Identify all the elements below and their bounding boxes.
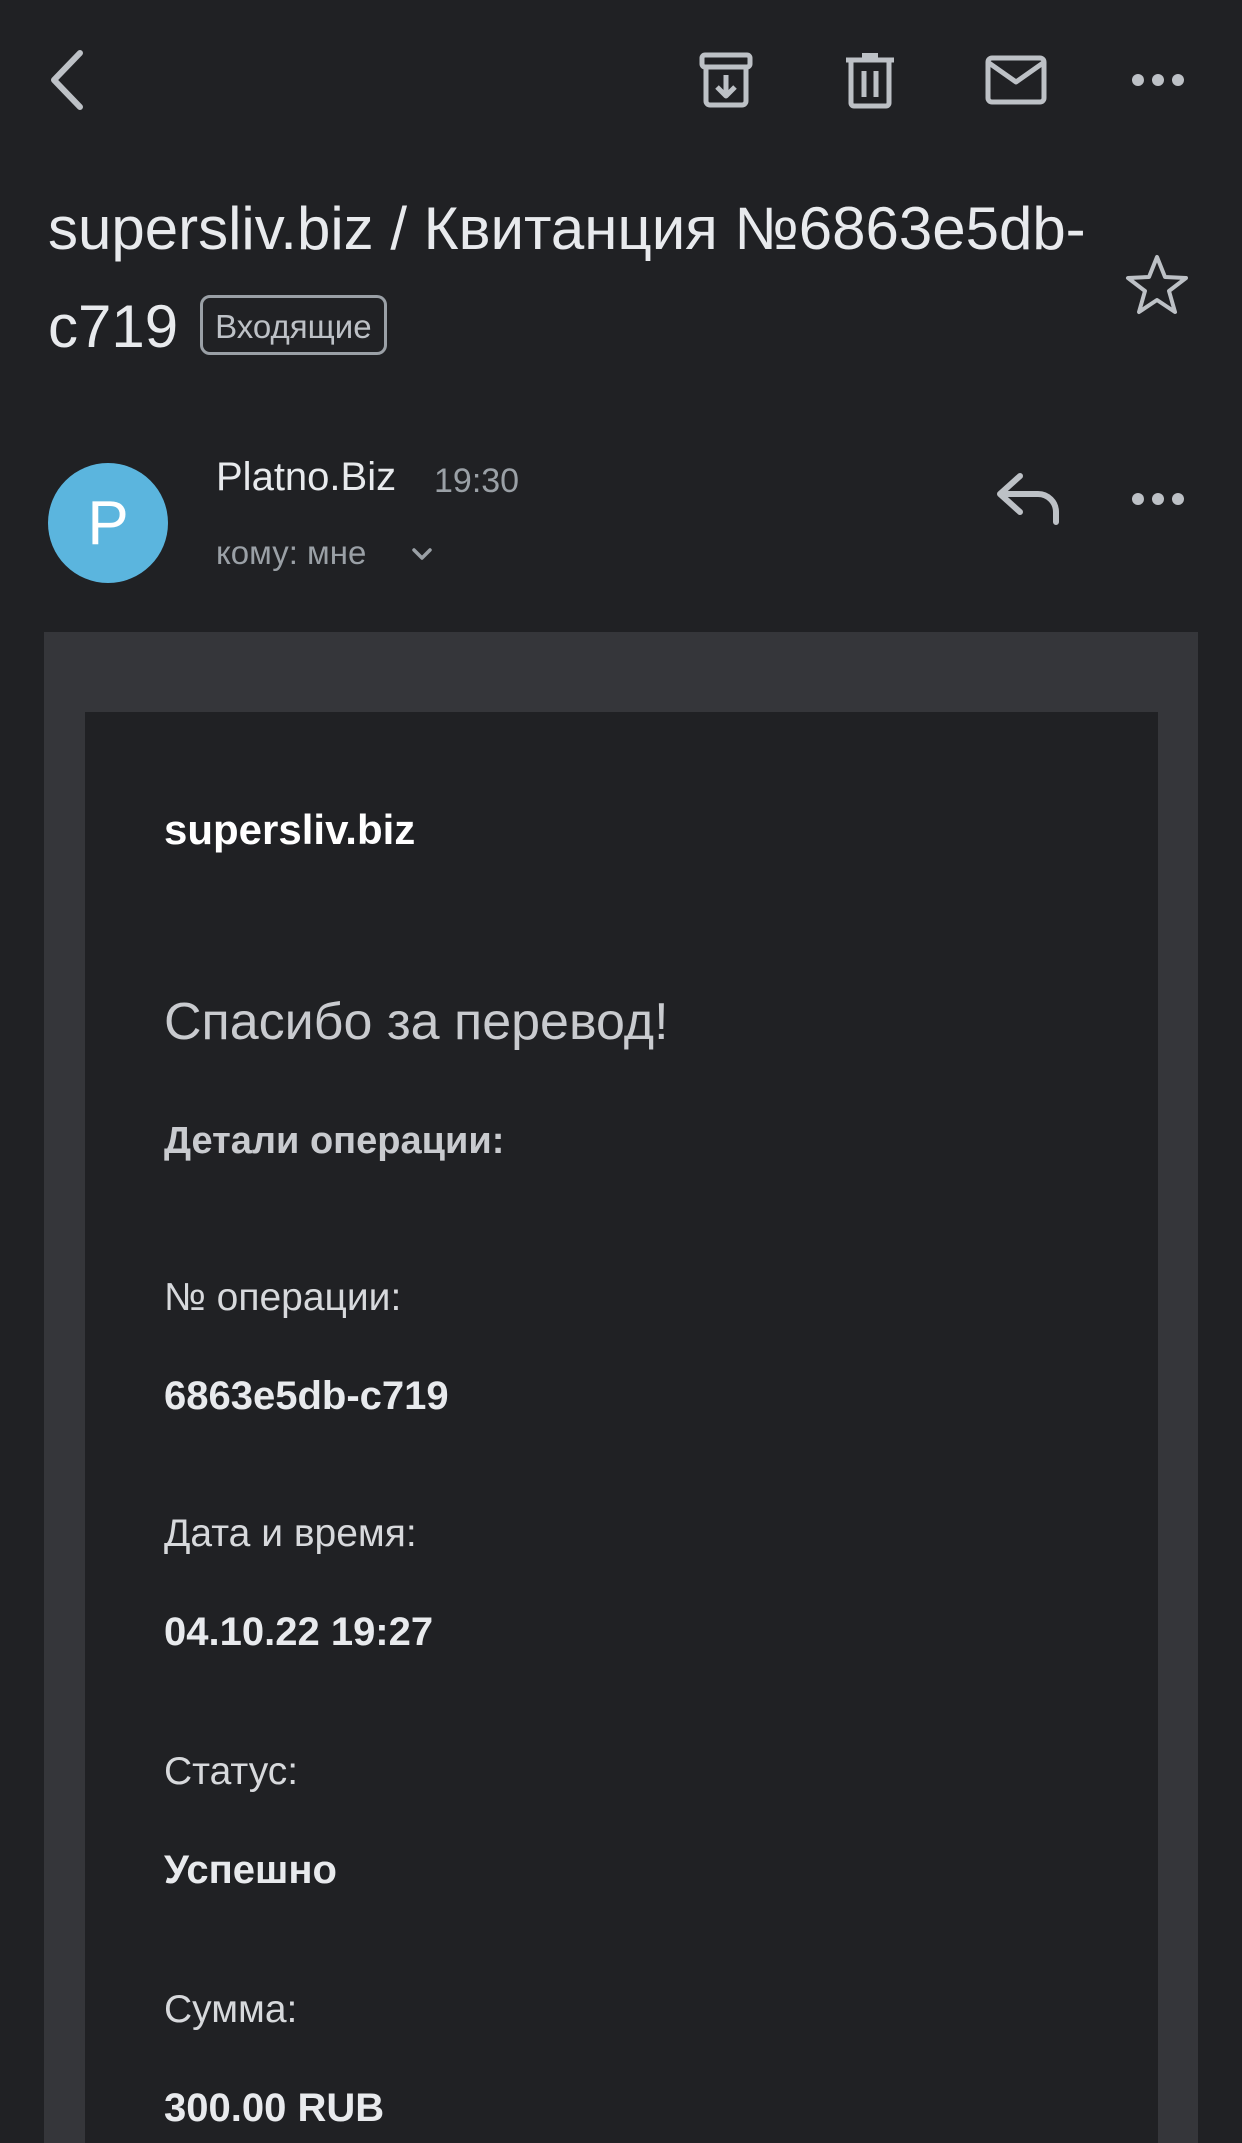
email-body-card <box>85 712 1158 2143</box>
back-arrow-icon[interactable] <box>36 40 96 120</box>
email-subject: supersliv.biz / Квитанция №6863e5db-c719… <box>48 180 1098 376</box>
trash-icon[interactable] <box>834 44 906 116</box>
datetime-label: Дата и время: <box>164 1512 417 1555</box>
recipient-details[interactable]: кому: мне <box>216 534 366 572</box>
top-toolbar <box>0 0 1242 160</box>
operation-number-value: 6863e5db-c719 <box>164 1374 449 1418</box>
reply-icon[interactable] <box>994 468 1062 528</box>
amount-value: 300.00 RUB <box>164 2086 385 2130</box>
status-label: Статус: <box>164 1750 299 1793</box>
archive-icon[interactable] <box>690 44 762 116</box>
datetime-value: 04.10.22 19:27 <box>164 1610 434 1654</box>
star-icon[interactable] <box>1124 252 1190 318</box>
email-time: 19:30 <box>434 462 520 500</box>
sender-avatar[interactable]: P <box>48 463 168 583</box>
status-value: Успешно <box>164 1848 337 1892</box>
brand-title: supersliv.biz <box>164 806 416 853</box>
more-options-icon[interactable] <box>1120 44 1196 116</box>
operation-number-label: № операции: <box>164 1276 402 1319</box>
chevron-down-icon[interactable] <box>408 540 436 568</box>
message-more-icon[interactable] <box>1120 464 1196 534</box>
amount-label: Сумма: <box>164 1988 298 2031</box>
email-view: supersliv.biz / Квитанция №6863e5db-c719… <box>0 0 1242 2143</box>
details-heading: Детали операции: <box>164 1120 505 1162</box>
mail-icon[interactable] <box>980 44 1052 116</box>
thanks-heading: Спасибо за перевод! <box>164 993 669 1051</box>
inbox-label-badge[interactable]: Входящие <box>200 295 387 356</box>
sender-name[interactable]: Platno.Biz <box>216 455 396 500</box>
